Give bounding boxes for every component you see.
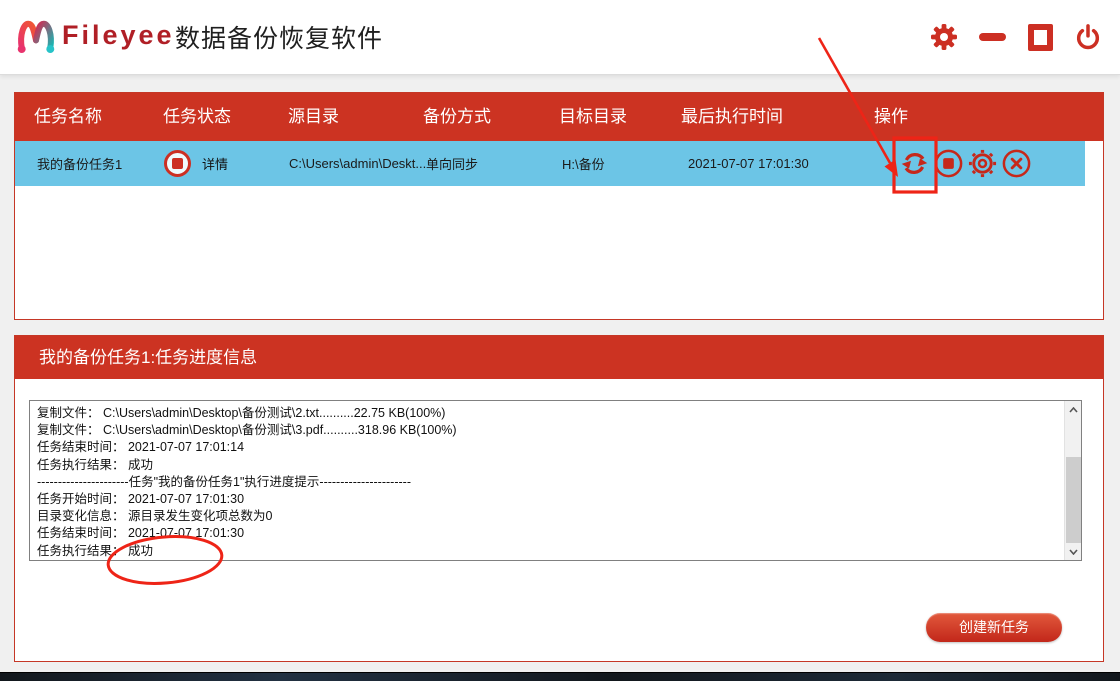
table-header-row: 任务名称 任务状态 源目录 备份方式 目标目录 最后执行时间 操作 [15, 93, 1103, 141]
screen-bottom-edge [0, 672, 1120, 681]
log-line: 任务开始时间： 2021-07-07 17:01:30 [37, 492, 245, 507]
log-line: 任务执行结果： 成功 [37, 457, 153, 472]
task-row[interactable]: 我的备份任务1 详情 C:\Users\admin\Deskt... 单向同步 … [15, 141, 1085, 186]
log-line: 任务结束时间： 2021-07-07 17:01:14 [37, 440, 245, 455]
col-header-target-dir: 目标目录 [559, 107, 627, 126]
settings-gear-icon[interactable] [967, 148, 998, 179]
last-run-cell: 2021-07-07 17:01:30 [688, 156, 809, 171]
log-scrollbar[interactable] [1064, 401, 1081, 560]
backup-mode-cell: 单向同步 [426, 157, 479, 172]
power-close-icon[interactable] [1074, 23, 1102, 51]
title-bar: Fileyee 数据备份恢复软件 [0, 0, 1120, 75]
stop-icon[interactable] [933, 148, 964, 179]
col-header-task-status: 任务状态 [163, 107, 231, 126]
refresh-sync-icon[interactable] [899, 148, 930, 179]
scroll-up-icon[interactable] [1065, 401, 1082, 418]
col-header-backup-mode: 备份方式 [423, 107, 491, 126]
fileyee-logo-icon [17, 20, 55, 54]
task-status-cell: 详情 [164, 141, 228, 186]
source-dir-cell: C:\Users\admin\Deskt... [289, 156, 427, 171]
close-icon[interactable] [1001, 148, 1032, 179]
log-line: 复制文件： C:\Users\admin\Desktop\备份测试\3.pdf.… [37, 423, 457, 438]
window-controls [930, 17, 1102, 57]
task-table-panel: 任务名称 任务状态 源目录 备份方式 目标目录 最后执行时间 操作 我的备份任务… [14, 92, 1104, 320]
scroll-down-icon[interactable] [1065, 543, 1082, 560]
col-header-last-run: 最后执行时间 [681, 107, 783, 126]
app-title: 数据备份恢复软件 [175, 25, 384, 53]
task-name-cell: 我的备份任务1 [37, 157, 123, 172]
col-header-actions: 操作 [874, 107, 908, 126]
log-line: ----------------------任务"我的备份任务1"执行进度提示-… [37, 474, 411, 489]
progress-panel: 我的备份任务1:任务进度信息 复制文件： C:\Users\admin\Desk… [14, 335, 1104, 662]
detail-link[interactable]: 详情 [202, 154, 228, 173]
col-header-task-name: 任务名称 [34, 107, 102, 126]
log-box: 复制文件： C:\Users\admin\Desktop\备份测试\2.txt.… [29, 400, 1082, 561]
log-line: 任务执行结果： 成功 [37, 543, 153, 558]
log-line: 任务结束时间： 2021-07-07 17:01:30 [37, 526, 245, 541]
maximize-icon[interactable] [1026, 23, 1054, 51]
brand-name: Fileyee [62, 20, 175, 50]
target-dir-cell: H:\备份 [562, 157, 605, 172]
stop-status-icon [164, 150, 191, 177]
log-line: 目录变化信息： 源目录发生变化项总数为0 [37, 509, 273, 524]
create-new-task-button[interactable]: 创建新任务 [926, 613, 1062, 642]
settings-gear-icon[interactable] [930, 23, 958, 51]
log-text: 复制文件： C:\Users\admin\Desktop\备份测试\2.txt.… [30, 401, 1064, 560]
log-line: 复制文件： C:\Users\admin\Desktop\备份测试\2.txt.… [37, 406, 446, 420]
progress-panel-title: 我的备份任务1:任务进度信息 [15, 336, 1103, 379]
minimize-icon[interactable] [978, 23, 1006, 51]
col-header-source-dir: 源目录 [288, 107, 339, 126]
scrollbar-thumb[interactable] [1066, 457, 1081, 543]
actions-cell [899, 141, 1032, 186]
